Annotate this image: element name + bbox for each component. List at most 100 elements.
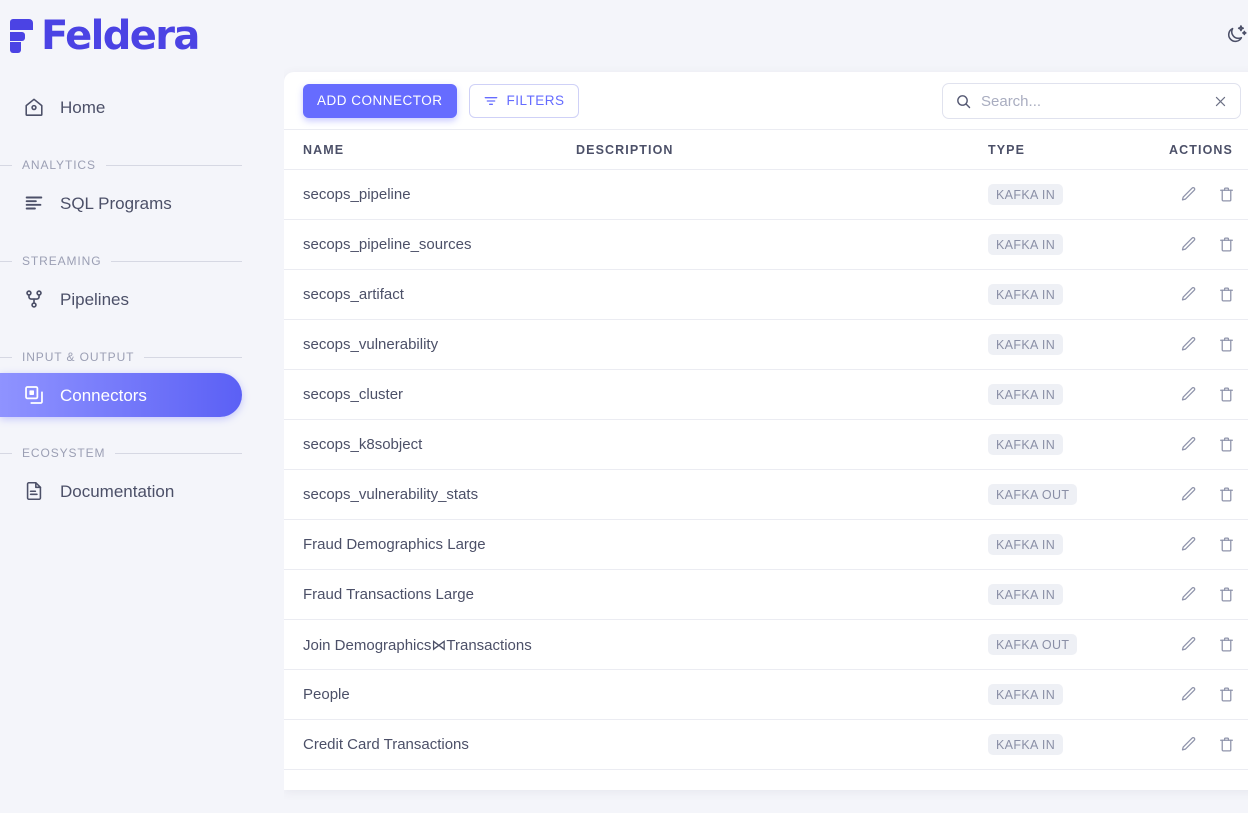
delete-row-button[interactable] (1215, 734, 1237, 756)
status-badge: KAFKA IN (988, 684, 1064, 705)
delete-row-button[interactable] (1215, 384, 1237, 406)
sidebar-item-label: SQL Programs (60, 193, 172, 213)
cell-description (576, 419, 988, 470)
edit-row-button[interactable] (1177, 384, 1199, 406)
trash-icon (1217, 485, 1236, 504)
topbar (284, 0, 1248, 72)
table-row[interactable]: Join Demographics⋈Transactions KAFKA OUT (284, 619, 1248, 670)
delete-row-button[interactable] (1215, 184, 1237, 206)
row-actions (1140, 484, 1248, 506)
table-row[interactable]: secops_pipeline KAFKA IN (284, 169, 1248, 220)
trash-icon (1217, 235, 1236, 254)
table-row[interactable]: secops_vulnerability_stats KAFKA OUT (284, 469, 1248, 520)
section-dash (0, 164, 12, 166)
cell-description (576, 319, 988, 370)
filters-button-label: FILTERS (506, 93, 565, 108)
delete-row-button[interactable] (1215, 284, 1237, 306)
status-badge: KAFKA IN (988, 534, 1064, 555)
theme-toggle-button[interactable] (1218, 17, 1248, 55)
trash-icon (1217, 585, 1236, 604)
cell-actions (1140, 719, 1248, 770)
sidebar-section-input-output: INPUT & OUTPUT (0, 347, 284, 367)
edit-row-button[interactable] (1177, 634, 1199, 656)
edit-row-button[interactable] (1177, 434, 1199, 456)
table-row[interactable]: secops_artifact KAFKA IN (284, 269, 1248, 320)
cell-type: KAFKA IN (988, 569, 1140, 620)
table-row[interactable]: secops_k8sobject KAFKA IN (284, 419, 1248, 470)
sidebar-item-label: Documentation (60, 481, 175, 501)
delete-row-button[interactable] (1215, 584, 1237, 606)
edit-row-button[interactable] (1177, 534, 1199, 556)
table-row[interactable]: Fraud Demographics Large KAFKA IN (284, 519, 1248, 570)
cell-type: KAFKA IN (988, 369, 1140, 420)
delete-row-button[interactable] (1215, 534, 1237, 556)
close-icon[interactable] (1211, 92, 1230, 111)
delete-row-button[interactable] (1215, 634, 1237, 656)
section-line (115, 452, 242, 454)
section-dash (0, 452, 12, 454)
section-label: ANALYTICS (22, 158, 96, 172)
edit-row-button[interactable] (1177, 284, 1199, 306)
pencil-icon (1179, 635, 1198, 654)
brand-name: Feldera (41, 13, 200, 59)
edit-row-button[interactable] (1177, 234, 1199, 256)
table-row[interactable]: People KAFKA IN (284, 669, 1248, 720)
cell-description (576, 269, 988, 320)
search-icon (955, 93, 972, 110)
cell-name: secops_vulnerability_stats (284, 469, 576, 520)
cell-name: Join Demographics⋈Transactions (284, 619, 576, 670)
edit-row-button[interactable] (1177, 334, 1199, 356)
edit-row-button[interactable] (1177, 684, 1199, 706)
search-input[interactable] (981, 92, 1202, 110)
cell-name: Fraud Demographics Large (284, 519, 576, 570)
column-header-description[interactable]: DESCRIPTION (576, 129, 988, 170)
app-root: Feldera Home ANALYTICS SQL Programs STRE… (0, 0, 1248, 813)
edit-row-button[interactable] (1177, 184, 1199, 206)
section-label: STREAMING (22, 254, 102, 268)
sql-programs-icon (22, 191, 46, 215)
filter-icon (483, 93, 499, 109)
table-row[interactable]: Fraud Transactions Large KAFKA IN (284, 569, 1248, 620)
connectors-table: NAME DESCRIPTION TYPE ACTIONS secops_pip… (284, 129, 1248, 770)
sidebar-item-home[interactable]: Home (0, 85, 242, 129)
cell-name: secops_pipeline (284, 169, 576, 220)
trash-icon (1217, 385, 1236, 404)
cell-description (576, 569, 988, 620)
column-header-type[interactable]: TYPE (988, 129, 1140, 170)
delete-row-button[interactable] (1215, 684, 1237, 706)
sidebar-section-ecosystem: ECOSYSTEM (0, 443, 284, 463)
cell-actions (1140, 169, 1248, 220)
sidebar-item-connectors[interactable]: Connectors (0, 373, 242, 417)
delete-row-button[interactable] (1215, 334, 1237, 356)
cell-description (576, 719, 988, 770)
status-badge: KAFKA IN (988, 284, 1064, 305)
feldera-f-mark-icon (10, 19, 40, 53)
row-actions (1140, 734, 1248, 756)
sidebar-item-documentation[interactable]: Documentation (0, 469, 242, 513)
pencil-icon (1179, 685, 1198, 704)
filters-button[interactable]: FILTERS (468, 83, 579, 118)
cell-type: KAFKA IN (988, 219, 1140, 270)
moon-stars-icon (1226, 23, 1248, 50)
sidebar-section-streaming: STREAMING (0, 251, 284, 271)
table-row[interactable]: Credit Card Transactions KAFKA IN (284, 719, 1248, 770)
delete-row-button[interactable] (1215, 484, 1237, 506)
column-header-name[interactable]: NAME (284, 129, 576, 170)
status-badge: KAFKA OUT (988, 634, 1078, 655)
cell-type: KAFKA IN (988, 669, 1140, 720)
table-row[interactable]: secops_cluster KAFKA IN (284, 369, 1248, 420)
brand-logo[interactable]: Feldera (0, 0, 284, 72)
cell-name: secops_cluster (284, 369, 576, 420)
table-row[interactable]: secops_vulnerability KAFKA IN (284, 319, 1248, 370)
add-connector-button[interactable]: ADD CONNECTOR (303, 83, 457, 118)
edit-row-button[interactable] (1177, 484, 1199, 506)
connectors-icon (22, 383, 46, 407)
edit-row-button[interactable] (1177, 584, 1199, 606)
edit-row-button[interactable] (1177, 734, 1199, 756)
sidebar-item-pipelines[interactable]: Pipelines (0, 277, 242, 321)
delete-row-button[interactable] (1215, 234, 1237, 256)
sidebar-item-sql-programs[interactable]: SQL Programs (0, 181, 242, 225)
table-row[interactable]: secops_pipeline_sources KAFKA IN (284, 219, 1248, 270)
search-box (942, 83, 1241, 119)
delete-row-button[interactable] (1215, 434, 1237, 456)
